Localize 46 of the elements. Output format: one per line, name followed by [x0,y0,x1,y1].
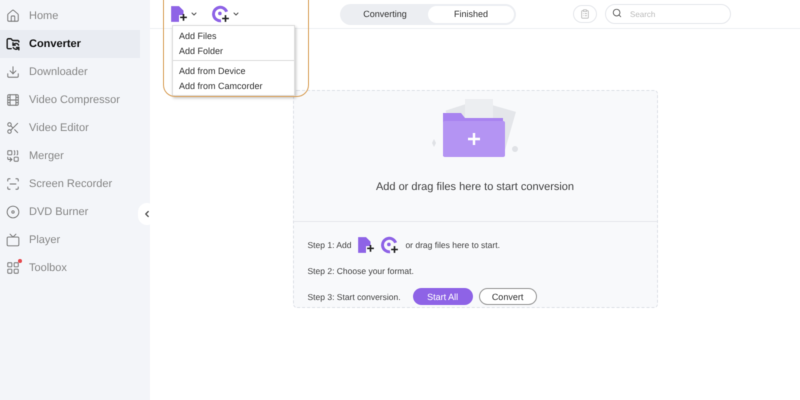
merge-icon [6,149,20,163]
sidebar-item[interactable]: DVD Burner [0,198,140,226]
tv-icon [6,233,20,247]
download-icon [6,65,20,79]
folder-sync-icon [6,37,20,51]
step-text: or drag files here to start. [405,240,500,250]
clipboard-icon [580,9,590,19]
menu-item[interactable]: Add Folder [173,43,294,58]
search-field[interactable]: Search [605,4,731,24]
sidebar-item[interactable]: Home [0,2,140,30]
grid-icon [6,261,20,275]
scissors-icon [6,121,20,135]
disc-icon [6,205,20,219]
menu-item[interactable]: Add from Camcorder [173,78,294,93]
menu-item[interactable]: Add from Device [173,63,294,78]
file-add-icon [170,5,188,23]
disc-add-icon [212,5,230,23]
home-icon [6,9,20,23]
convert-button[interactable]: Convert [478,288,537,305]
add-files-button[interactable] [170,5,198,23]
tab[interactable]: Finished [428,6,514,22]
menu-item[interactable]: Add Files [173,28,294,43]
search-icon [612,8,622,18]
screen-icon [6,177,20,191]
sidebar-item[interactable]: Video Compressor [0,86,140,114]
sidebar-item[interactable]: Downloader [0,58,140,86]
sidebar-item[interactable]: Converter [0,30,140,58]
file-add-icon [357,236,376,254]
sidebar-item[interactable]: Screen Recorder [0,170,140,198]
tab[interactable]: Converting [342,6,428,22]
sidebar-item[interactable]: Player [0,226,140,254]
caret-icon [232,10,240,18]
chevron-left-icon [142,209,152,219]
disc-add-icon [381,236,400,254]
clipboard-button[interactable] [573,5,597,23]
add-disc-button[interactable] [212,5,240,23]
film-icon [6,93,20,107]
sidebar-item[interactable]: Video Editor [0,114,140,142]
sidebar-item[interactable]: Toolbox [0,254,140,282]
drop-message: Add or drag files here to start conversion [376,181,574,193]
sidebar-item[interactable]: Merger [0,142,140,170]
start-all-button[interactable]: Start All [412,288,473,305]
step-text: Step 1: Add [308,240,352,250]
step-text: Step 3: Start conversion. [308,292,401,302]
step-text: Step 2: Choose your format. [308,266,414,276]
caret-icon [190,10,198,18]
